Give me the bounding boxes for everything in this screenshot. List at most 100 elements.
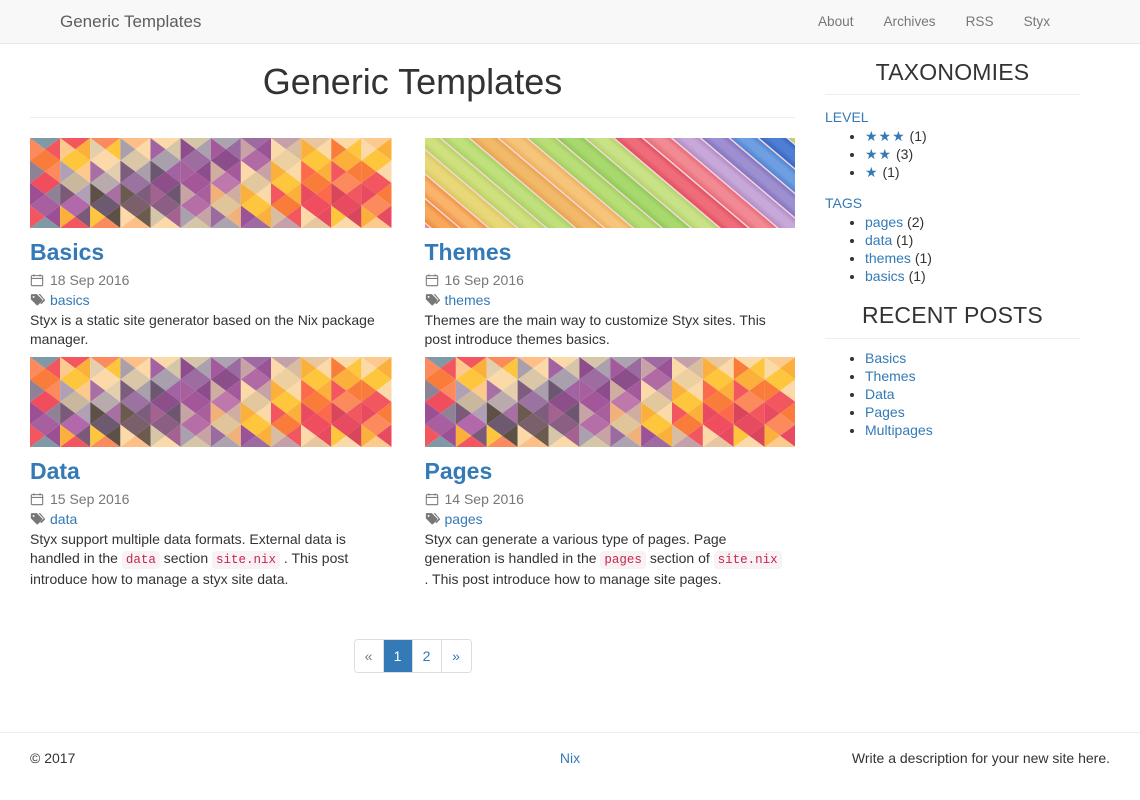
post-card: Basics 18 Sep 2016 basics Styx is a stati… bbox=[30, 137, 413, 349]
navbar-links: About Archives RSS Styx bbox=[803, 0, 1065, 44]
recent-post-link[interactable]: Themes bbox=[865, 368, 916, 384]
taxonomy-count: (1) bbox=[909, 128, 927, 145]
taxonomy-item: pages (2) bbox=[865, 213, 1080, 231]
taxonomy-term-link[interactable]: ★★ bbox=[865, 146, 892, 162]
navbar-item: About bbox=[803, 0, 869, 44]
post-tag-line: themes bbox=[425, 291, 796, 309]
taxonomy-count: (1) bbox=[908, 268, 926, 285]
taxonomy-group-tags[interactable]: TAGS bbox=[825, 193, 1080, 213]
taxonomy-list: ★★★ (1)★★ (3)★ (1) bbox=[825, 127, 1080, 181]
post-thumbnail-geometric-diamonds[interactable] bbox=[30, 356, 392, 447]
post-title-link[interactable]: Pages bbox=[425, 458, 796, 484]
recent-posts-block: RECENT POSTS Basics Themes Data Pages Multip… bbox=[825, 303, 1080, 438]
taxonomies-block: TAXONOMIES LEVEL★★★ (1)★★ (3)★ (1)TAGSpa… bbox=[825, 59, 1080, 285]
pagination-page-2[interactable]: 2 bbox=[412, 640, 442, 673]
pagination-wrapper: «1 2» bbox=[30, 639, 795, 674]
inline-code: site.nix bbox=[212, 551, 281, 570]
post-date-line: 18 Sep 2016 bbox=[30, 271, 392, 289]
navbar-link-archives[interactable]: Archives bbox=[868, 0, 950, 44]
post-tag-link[interactable]: basics bbox=[50, 291, 90, 309]
tag-icon bbox=[425, 293, 440, 307]
footer-inner: © 2017 Nix Write a description for your … bbox=[0, 750, 1140, 766]
taxonomy-group-level[interactable]: LEVEL bbox=[825, 107, 1080, 127]
site-footer: © 2017 Nix Write a description for your … bbox=[0, 732, 1140, 766]
post-thumbnail-geometric-diamonds[interactable] bbox=[424, 356, 795, 447]
taxonomy-count: (1) bbox=[914, 250, 932, 267]
post-tag-link[interactable]: data bbox=[50, 510, 77, 528]
taxonomy-count: (1) bbox=[896, 232, 914, 249]
recent-post-item: Themes bbox=[865, 367, 1080, 385]
recent-post-item: Multipages bbox=[865, 421, 1080, 439]
recent-post-link[interactable]: Pages bbox=[865, 404, 905, 420]
post-date-line: 16 Sep 2016 bbox=[425, 271, 796, 289]
post-date-line: 15 Sep 2016 bbox=[30, 490, 392, 508]
navbar-link-about[interactable]: About bbox=[803, 0, 869, 44]
taxonomies-title: TAXONOMIES bbox=[825, 59, 1080, 96]
post-tag-link[interactable]: pages bbox=[445, 510, 483, 528]
navbar-item: Styx bbox=[1009, 0, 1065, 44]
page-header: Generic Templates bbox=[30, 44, 795, 118]
footer-center: Nix bbox=[385, 750, 755, 766]
taxonomy-item: ★★ (3) bbox=[865, 145, 1080, 163]
taxonomy-term-link[interactable]: basics bbox=[865, 268, 905, 284]
taxonomy-term-link[interactable]: ★ bbox=[865, 164, 879, 180]
post-excerpt: Styx can generate a various type of page… bbox=[425, 530, 785, 589]
taxonomy-item: ★ (1) bbox=[865, 163, 1080, 181]
pagination: «1 2» bbox=[353, 639, 472, 674]
navbar-link-styx[interactable]: Styx bbox=[1009, 0, 1065, 44]
pagination-prev: « bbox=[354, 640, 384, 673]
inline-code: data bbox=[121, 551, 160, 570]
recent-post-item: Pages bbox=[865, 403, 1080, 421]
navbar-item: RSS bbox=[951, 0, 1009, 44]
post-excerpt: Styx is a static site generator based on… bbox=[30, 311, 375, 347]
post-card: Pages 14 Sep 2016 pages Styx can generate… bbox=[413, 356, 796, 589]
post-date: 16 Sep 2016 bbox=[444, 271, 524, 288]
taxonomy-term-link[interactable]: data bbox=[865, 232, 892, 248]
post-title-link[interactable]: Data bbox=[30, 458, 392, 484]
calendar-icon bbox=[30, 492, 44, 506]
recent-posts-title: RECENT POSTS bbox=[825, 303, 1080, 339]
post-grid: Basics 18 Sep 2016 basics Styx is a stati… bbox=[30, 137, 796, 598]
tag-icon bbox=[30, 293, 45, 307]
navbar-item: Archives bbox=[868, 0, 950, 44]
post-tag-link[interactable]: themes bbox=[445, 291, 491, 309]
recent-posts-list: Basics Themes Data Pages Multipages bbox=[825, 349, 1080, 439]
post-date: 18 Sep 2016 bbox=[50, 271, 130, 288]
taxonomy-term-link[interactable]: pages bbox=[865, 214, 903, 230]
footer-copyright: © 2017 bbox=[30, 750, 76, 766]
taxonomy-term-link[interactable]: ★★★ bbox=[865, 128, 906, 144]
recent-post-item: Data bbox=[865, 385, 1080, 403]
tag-icon bbox=[425, 512, 440, 526]
post-date-line: 14 Sep 2016 bbox=[425, 490, 796, 508]
pagination-next[interactable]: » bbox=[441, 640, 471, 673]
post-excerpt: Themes are the main way to customize Sty… bbox=[424, 311, 766, 347]
taxonomy-term-link[interactable]: themes bbox=[865, 250, 911, 266]
calendar-icon bbox=[30, 273, 44, 287]
post-thumbnail-colored-chalk[interactable] bbox=[424, 137, 795, 228]
navbar-brand[interactable]: Generic Templates bbox=[0, 0, 201, 44]
recent-post-link[interactable]: Multipages bbox=[865, 422, 933, 438]
sidebar: TAXONOMIES LEVEL★★★ (1)★★ (3)★ (1)TAGSpa… bbox=[810, 44, 1095, 673]
page-title: Generic Templates bbox=[262, 61, 563, 102]
taxonomy-list: pages (2)data (1)themes (1)basics (1) bbox=[825, 213, 1080, 285]
navbar-link-rss[interactable]: RSS bbox=[951, 0, 1009, 44]
taxonomy-item: data (1) bbox=[865, 231, 1080, 249]
post-title-link[interactable]: Themes bbox=[425, 239, 796, 265]
post-thumbnail-geometric-diamonds[interactable] bbox=[30, 137, 392, 228]
calendar-icon bbox=[425, 273, 439, 287]
footer-nix-link[interactable]: Nix bbox=[560, 750, 580, 766]
taxonomy-item: basics (1) bbox=[865, 267, 1080, 285]
recent-post-link[interactable]: Data bbox=[865, 386, 895, 402]
main-column: Generic Templates Basics 18 Sep 2016 bas… bbox=[15, 44, 810, 674]
pagination-page-1: 1 bbox=[383, 640, 413, 673]
inline-code: pages bbox=[600, 551, 646, 570]
recent-post-link[interactable]: Basics bbox=[865, 350, 906, 366]
recent-post-item: Basics bbox=[865, 349, 1080, 367]
post-excerpt: Styx support multiple data formats. Exte… bbox=[30, 531, 349, 588]
post-tag-line: data bbox=[30, 510, 392, 528]
tag-icon bbox=[30, 512, 45, 526]
post-tag-line: pages bbox=[425, 510, 796, 528]
post-title-link[interactable]: Basics bbox=[30, 239, 392, 265]
taxonomy-item: ★★★ (1) bbox=[865, 127, 1080, 145]
calendar-icon bbox=[425, 492, 439, 506]
